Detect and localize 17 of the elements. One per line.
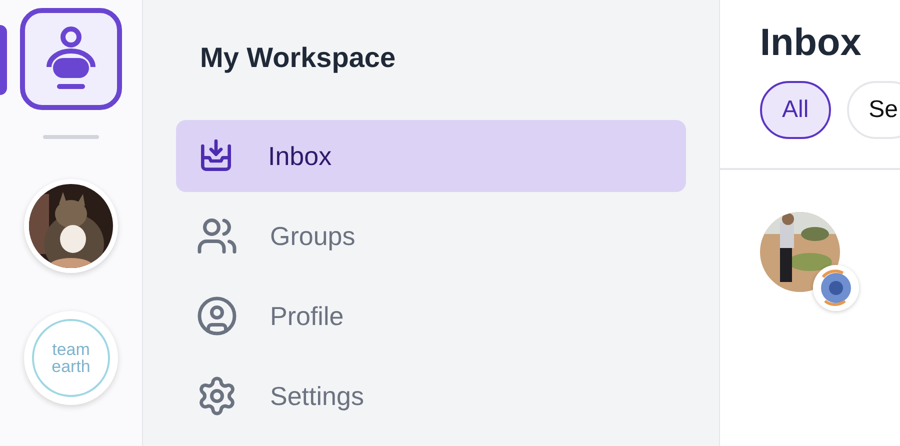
nav-item[interactable]: Groups (176, 200, 686, 272)
nav-label: Groups (270, 220, 356, 252)
page-title: Inbox (760, 22, 862, 65)
nav-label: Profile (270, 300, 344, 332)
nav-label: Settings (270, 380, 364, 412)
nav-item[interactable]: Inbox (176, 120, 686, 192)
nav-item[interactable]: Profile (176, 280, 686, 352)
profile-icon (196, 295, 238, 337)
workspace-button[interactable] (20, 8, 122, 110)
nav-item[interactable]: Settings (176, 360, 686, 432)
filter-chip[interactable]: All (760, 81, 831, 139)
filter-chip[interactable]: Se (846, 81, 900, 139)
rail-divider (43, 135, 99, 139)
workspace-avatar[interactable]: team earth (24, 311, 118, 405)
workspace-title: My Workspace (200, 42, 396, 74)
logo-text: team earth (50, 341, 92, 375)
nav-label: Inbox (268, 140, 332, 172)
